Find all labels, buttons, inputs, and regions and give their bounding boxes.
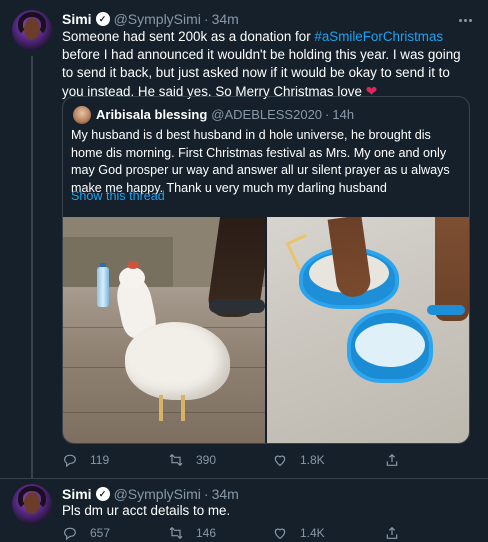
retweet-icon	[169, 453, 183, 467]
tweet-header: Simi ✓ @SymplySimi · 34m	[62, 485, 239, 503]
photo-buckets[interactable]	[267, 217, 469, 443]
like-icon	[274, 455, 286, 467]
quoted-tweet[interactable]: Aribisala blessing @ADEBLESS2020 · 14h M…	[62, 96, 470, 444]
separator-dot: ·	[203, 486, 209, 502]
author-handle[interactable]: @SymplySimi	[114, 11, 201, 27]
retweet-button[interactable]: 146	[168, 525, 216, 541]
chicken-body	[125, 322, 230, 400]
like-count: 1.4K	[300, 526, 325, 540]
show-thread-link[interactable]: Show this thread	[71, 189, 165, 203]
bucket-feathers	[355, 323, 425, 367]
separator-dot: ·	[203, 11, 209, 27]
avatar-face	[24, 492, 40, 514]
chicken-leg	[181, 395, 185, 421]
reply-icon	[64, 527, 76, 541]
separator-dot: ·	[325, 107, 330, 122]
tweet-text: Someone had sent 200k as a donation for …	[62, 28, 474, 101]
quoted-time: 14h	[332, 107, 355, 122]
tweet-reply[interactable]: Simi ✓ @SymplySimi · 34m Pls dm ur acct …	[0, 478, 488, 542]
tweet-text: Pls dm ur acct details to me.	[62, 503, 231, 518]
chicken-leg	[159, 395, 163, 421]
like-icon	[274, 528, 286, 540]
chicken-comb	[127, 261, 139, 269]
floor-line	[63, 412, 265, 413]
retweet-count: 146	[196, 526, 217, 540]
author-handle[interactable]: @SymplySimi	[114, 486, 201, 502]
sandal	[209, 299, 265, 313]
tweet-main[interactable]: Simi ✓ @SymplySimi · 34m Someone had sen…	[0, 0, 488, 478]
quoted-author-handle: @ADEBLESS2020	[211, 107, 323, 122]
reply-count: 119	[90, 453, 110, 467]
share-button[interactable]	[384, 525, 412, 541]
tweet-header: Simi ✓ @SymplySimi · 34m	[62, 10, 239, 28]
action-bar: 119 390 1.8K	[62, 452, 462, 468]
author-name[interactable]: Simi	[62, 486, 92, 502]
reply-count: 657	[90, 526, 111, 540]
quoted-text: My husband is d best husband in d hole u…	[71, 128, 450, 195]
like-button[interactable]: 1.8K	[272, 452, 325, 468]
retweet-button[interactable]: 390	[168, 452, 216, 468]
more-icon[interactable]	[459, 14, 472, 26]
reply-button[interactable]: 119	[62, 452, 109, 468]
tweet-time[interactable]: 34m	[212, 11, 239, 27]
action-bar: 657 146 1.4K	[62, 525, 462, 541]
quoted-author-name: Aribisala blessing	[96, 107, 208, 122]
reply-icon	[64, 454, 76, 468]
share-icon	[386, 453, 398, 466]
slipper	[427, 305, 465, 315]
author-name[interactable]: Simi	[62, 11, 92, 27]
photo-grid	[63, 217, 469, 443]
chicken-head	[119, 267, 145, 289]
verified-icon: ✓	[95, 12, 110, 26]
photo-chicken[interactable]	[63, 217, 265, 443]
tweet-text-part2: before I had announced it wouldn't be ho…	[62, 47, 461, 99]
like-count: 1.8K	[300, 453, 325, 467]
verified-icon: ✓	[95, 487, 110, 501]
retweet-icon	[169, 526, 183, 540]
reply-button[interactable]: 657	[62, 525, 110, 541]
like-button[interactable]: 1.4K	[272, 525, 325, 541]
avatar[interactable]	[12, 10, 52, 50]
hashtag-link[interactable]: #aSmileForChristmas	[314, 29, 443, 44]
avatar[interactable]	[12, 484, 52, 524]
quoted-header: Aribisala blessing @ADEBLESS2020 · 14h	[96, 107, 354, 122]
water-bottle	[97, 267, 109, 307]
tweet-text-part1: Someone had sent 200k as a donation for	[62, 29, 315, 44]
tweet-time[interactable]: 34m	[212, 486, 239, 502]
share-icon	[386, 526, 398, 539]
avatar-face	[24, 18, 40, 40]
retweet-count: 390	[196, 453, 217, 467]
photo-brick	[63, 237, 173, 287]
quoted-avatar[interactable]	[73, 106, 91, 124]
share-button[interactable]	[384, 452, 412, 468]
thread-line	[31, 56, 33, 478]
